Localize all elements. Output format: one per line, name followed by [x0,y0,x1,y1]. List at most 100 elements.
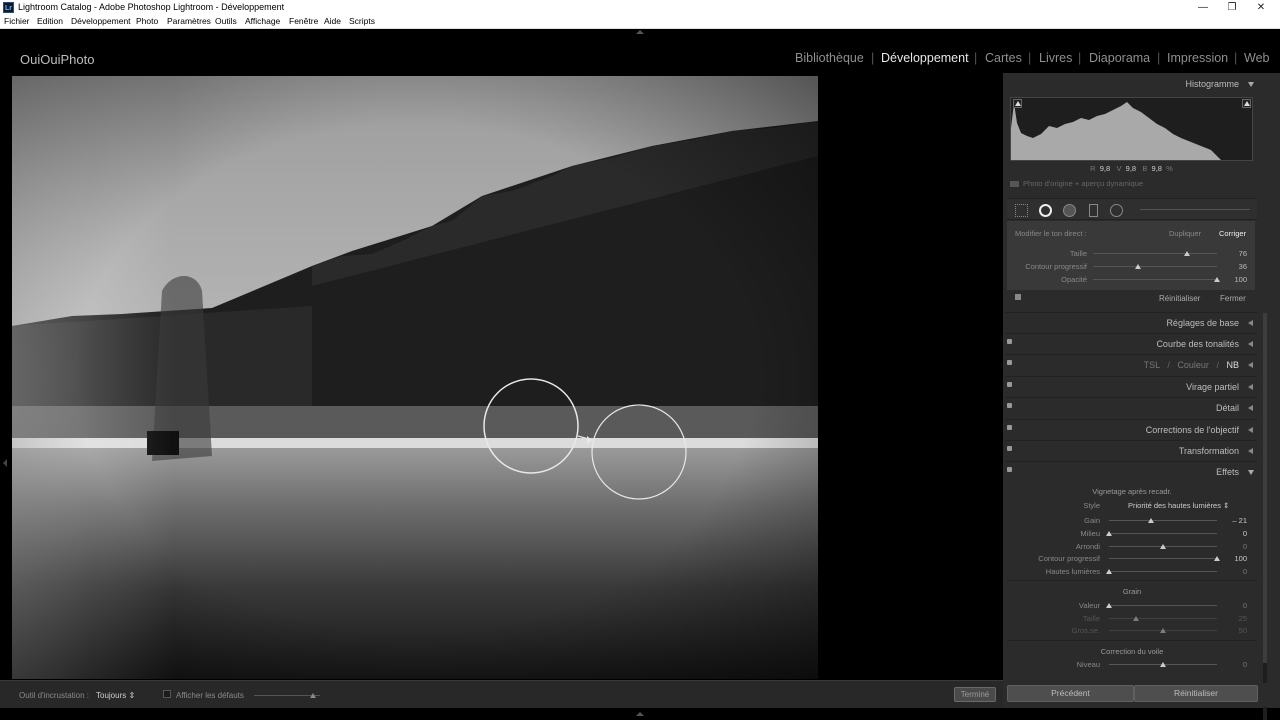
menu-fenetre[interactable]: Fenêtre [289,15,318,28]
tone-curve-panel-header[interactable]: Courbe des tonalités [1005,333,1257,353]
module-bibliotheque[interactable]: Bibliothèque [795,51,864,65]
radial-filter-icon[interactable] [1110,204,1123,217]
grain-size-value[interactable]: 25 [1217,614,1247,623]
shadow-clipping-icon[interactable] [1013,99,1022,108]
feather-slider[interactable] [1093,264,1217,269]
done-button[interactable]: Terminé [954,687,996,702]
module-web[interactable]: Web [1244,51,1269,65]
overlay-tool-select[interactable]: Toujours ⇕ [96,691,135,700]
menu-edition[interactable]: Edition [37,15,63,28]
vignette-feather-value[interactable]: 100 [1217,554,1247,563]
midpoint-slider-thumb[interactable] [1106,531,1112,536]
dehaze-slider[interactable] [1109,662,1217,667]
lens-corrections-panel-header[interactable]: Corrections de l'objectif [1005,419,1257,439]
spot-reset-button[interactable]: Réinitialiser [1159,294,1200,303]
panel-switch-icon[interactable] [1007,382,1012,387]
module-diaporama[interactable]: Diaporama [1089,51,1150,65]
photo-canvas[interactable] [12,76,818,679]
toolbar-slider-thumb[interactable] [310,693,316,698]
right-panel-scrollbar[interactable] [1263,313,1267,720]
hsl-panel-header[interactable]: TSL / Couleur / NB [1005,354,1257,374]
dehaze-slider-thumb[interactable] [1160,662,1166,667]
correct-button[interactable]: Corriger [1219,229,1246,238]
preview-checkbox-icon[interactable] [1010,181,1019,188]
panel-switch-icon[interactable] [1007,339,1012,344]
roundness-slider[interactable] [1109,544,1217,549]
menu-affichage[interactable]: Affichage [245,15,280,28]
feather-value[interactable]: 36 [1217,262,1247,271]
crop-tool-icon[interactable] [1015,204,1028,217]
module-livres[interactable]: Livres [1039,51,1072,65]
grain-amount-value[interactable]: 0 [1217,601,1247,610]
collapse-top-panel-icon[interactable] [636,30,644,34]
grain-roughness-slider-thumb[interactable] [1160,628,1166,633]
style-select[interactable]: Priorité des hautes lumières ⇕ [1128,501,1229,510]
duplicate-button[interactable]: Dupliquer [1169,229,1201,238]
left-panel-toggle-icon[interactable] [3,459,7,467]
opacity-slider[interactable] [1093,277,1220,282]
gain-slider-thumb[interactable] [1148,518,1155,523]
transform-panel-header[interactable]: Transformation [1005,440,1257,460]
close-window-button[interactable]: ✕ [1248,0,1274,15]
roundness-value[interactable]: 0 [1217,542,1247,551]
size-slider-thumb[interactable] [1184,251,1191,256]
split-toning-panel-header[interactable]: Virage partiel [1005,376,1257,396]
gain-slider[interactable] [1109,518,1217,523]
grain-amount-slider-thumb[interactable] [1106,603,1112,608]
module-developpement[interactable]: Développement [881,51,969,65]
highlights-value[interactable]: 0 [1217,567,1247,576]
red-eye-tool-icon[interactable] [1063,204,1076,217]
show-defaults-checkbox[interactable] [163,690,171,698]
menu-developpement[interactable]: Développement [71,15,131,28]
bw-tab[interactable]: NB [1226,360,1239,370]
minimize-button[interactable]: — [1190,0,1216,15]
highlight-clipping-icon[interactable] [1242,99,1251,108]
grain-size-slider-thumb[interactable] [1133,616,1139,621]
menu-parametres[interactable]: Paramètres [167,15,211,28]
midpoint-slider[interactable] [1106,531,1217,536]
grain-roughness-value[interactable]: 50 [1217,626,1247,635]
size-slider[interactable] [1093,251,1217,256]
histogram[interactable] [1010,97,1253,161]
size-value[interactable]: 76 [1217,249,1247,258]
preview-toggle[interactable]: Photo d'origine + aperçu dynamique [1010,179,1143,188]
dehaze-value[interactable]: 0 [1217,660,1247,669]
toolbar-slider[interactable] [254,693,320,698]
toggle-icon[interactable] [1015,294,1021,300]
module-impression[interactable]: Impression [1167,51,1228,65]
brush-slider[interactable] [1140,209,1250,210]
effects-panel-header[interactable]: Effets [1005,461,1257,481]
menu-aide[interactable]: Aide [324,15,341,28]
highlights-slider-thumb[interactable] [1106,569,1112,574]
menu-outils[interactable]: Outils [215,15,237,28]
vignette-feather-slider[interactable] [1109,556,1220,561]
module-cartes[interactable]: Cartes [985,51,1022,65]
highlights-slider[interactable] [1106,569,1217,574]
panel-switch-icon[interactable] [1007,467,1012,472]
opacity-value[interactable]: 100 [1217,275,1247,284]
panel-switch-icon[interactable] [1007,446,1012,451]
hsl-tab[interactable]: TSL [1144,360,1160,370]
grain-size-slider[interactable] [1109,616,1217,621]
detail-panel-header[interactable]: Détail [1005,397,1257,417]
menu-scripts[interactable]: Scripts [349,15,375,28]
spot-close-button[interactable]: Fermer [1220,294,1246,303]
roundness-slider-thumb[interactable] [1160,544,1166,549]
grain-amount-slider[interactable] [1106,603,1217,608]
reset-button[interactable]: Réinitialiser [1134,685,1258,702]
basic-panel-header[interactable]: Réglages de base [1005,312,1257,332]
menu-fichier[interactable]: Fichier [4,15,30,28]
histogram-header[interactable]: Histogramme [1005,74,1257,94]
color-tab[interactable]: Couleur [1177,360,1209,370]
spot-removal-tool-icon[interactable] [1039,204,1052,217]
maximize-button[interactable]: ❐ [1219,0,1245,15]
grain-roughness-slider[interactable] [1109,628,1217,633]
feather-slider-thumb[interactable] [1134,264,1141,269]
collapse-filmstrip-icon[interactable] [636,712,644,716]
panel-switch-icon[interactable] [1007,360,1012,365]
previous-button[interactable]: Précédent [1007,685,1134,702]
scrollbar-thumb[interactable] [1263,313,1267,663]
graduated-filter-icon[interactable] [1089,204,1098,217]
gain-value[interactable]: – 21 [1217,516,1247,525]
midpoint-value[interactable]: 0 [1217,529,1247,538]
